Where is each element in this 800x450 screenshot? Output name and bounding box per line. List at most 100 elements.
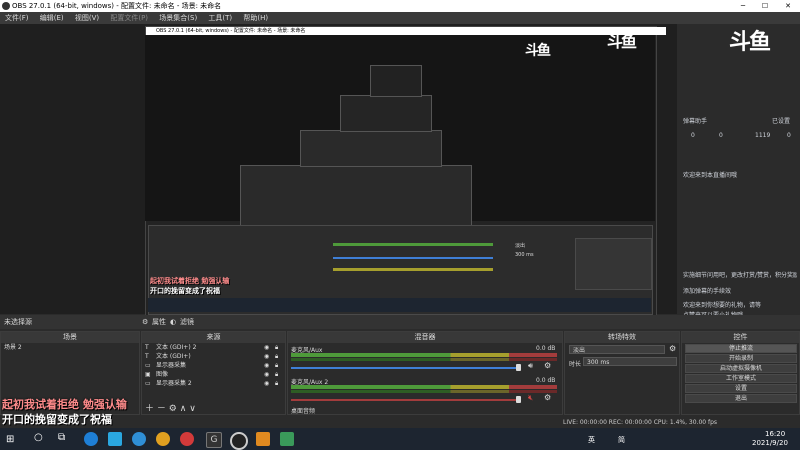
move-down-icon[interactable]: ∨	[189, 404, 196, 414]
status-bar: LIVE: 00:00:00 REC: 00:00:00 CPU: 1.4%, …	[563, 419, 718, 426]
chat-header-right: 已设置	[772, 118, 791, 125]
minimize-icon[interactable]: ─	[733, 0, 753, 12]
brand-logo-nested: 斗鱼	[525, 43, 551, 59]
eye-icon[interactable]: ◉	[264, 343, 269, 352]
settings-button[interactable]: 设置	[685, 384, 797, 393]
filters-button[interactable]: 滤镜	[180, 315, 194, 329]
menu-view[interactable]: 视图(V)	[75, 12, 99, 24]
lock-icon[interactable]: 🔒︎	[275, 379, 278, 388]
menu-profile[interactable]: 配置文件(P)	[110, 12, 148, 24]
mixer-panel: 混音器 麦克风/Aux 0.0 dB 🔊︎ ⚙ 麦克风/Aux 2 0.0 dB…	[287, 331, 563, 415]
chat-stat-0: 0	[691, 132, 695, 139]
task-view-icon[interactable]: ⧉	[58, 432, 65, 443]
close-icon[interactable]: ✕	[778, 0, 798, 12]
maximize-icon[interactable]: ☐	[755, 0, 775, 12]
chat-message: 实施细节问用吧，更改打赏/赞赏，积分奖励？哈哈	[683, 272, 797, 279]
source-item[interactable]: ▣ 图像 ◉ 🔒︎	[142, 370, 285, 379]
nested-meter	[333, 257, 493, 259]
volume-meter-peak	[291, 358, 557, 361]
chat-stat-1: 0	[719, 132, 723, 139]
track-db: 0.0 dB	[536, 345, 556, 352]
clock-time[interactable]: 16:20	[765, 430, 785, 438]
ime-mode-indicator[interactable]: 简	[618, 435, 625, 445]
eye-icon[interactable]: ◉	[264, 352, 269, 361]
obs-taskbar-icon[interactable]	[230, 432, 248, 450]
remove-icon[interactable]: －	[157, 404, 166, 414]
gear-icon[interactable]: ⚙	[669, 344, 676, 353]
eye-icon[interactable]: ◉	[264, 361, 269, 370]
netease-music-icon[interactable]	[180, 432, 194, 446]
source-item[interactable]: T 文本 (GDI+) ◉ 🔒︎	[142, 352, 285, 361]
stop-streaming-button[interactable]: 停止推流	[685, 344, 797, 353]
lock-icon[interactable]: 🔒︎	[275, 361, 278, 370]
gear-icon[interactable]: ⚙	[142, 315, 148, 329]
chat-message: 欢迎来到你想要的礼物，请等	[683, 302, 762, 309]
transition-select-value: 淡出	[573, 347, 586, 354]
sources-toolbar: ＋ － ⚙ ∧ ∨	[145, 404, 196, 414]
app-icon-green[interactable]	[280, 432, 294, 446]
exit-button[interactable]: 退出	[685, 394, 797, 403]
menu-help[interactable]: 帮助(H)	[243, 12, 268, 24]
gear-icon[interactable]: ⚙	[544, 393, 551, 402]
eye-icon[interactable]: ◉	[264, 370, 269, 379]
ime-indicator[interactable]: 英	[588, 435, 595, 445]
title-bar: OBS 27.0.1 (64-bit, windows) - 配置文件: 未命名…	[0, 0, 800, 12]
scene-item[interactable]: 场景 2	[1, 343, 139, 352]
clock-date[interactable]: 2021/9/20	[752, 439, 788, 447]
volume-slider-handle[interactable]	[516, 396, 521, 403]
volume-slider[interactable]	[291, 399, 521, 401]
volume-slider[interactable]	[291, 367, 521, 369]
search-icon[interactable]: ○	[34, 432, 43, 443]
scenes-title: 场景	[1, 332, 139, 343]
lock-icon[interactable]: 🔒︎	[275, 370, 278, 379]
volume-slider-handle[interactable]	[516, 364, 521, 371]
monitor-icon: ▭	[145, 380, 151, 387]
menu-tools[interactable]: 工具(T)	[208, 12, 232, 24]
studio-mode-button[interactable]: 工作室模式	[685, 374, 797, 383]
media-player-icon[interactable]	[108, 432, 122, 446]
properties-button[interactable]: 属性	[152, 315, 166, 329]
nested-frame	[340, 95, 432, 132]
menu-scene-collection[interactable]: 场景集合(S)	[159, 12, 197, 24]
track-name: 桌面音频	[291, 408, 316, 415]
track-db: 0.0 dB	[536, 377, 556, 384]
app-icon-g[interactable]: G	[206, 432, 222, 448]
start-recording-button[interactable]: 开始录制	[685, 354, 797, 363]
duration-label: 时长	[569, 361, 582, 368]
duration-input[interactable]: 300 ms	[583, 357, 677, 366]
nested-caption-red: 起初我试着拒绝 勉强认输	[150, 277, 230, 285]
duration-value: 300 ms	[587, 359, 610, 366]
source-item[interactable]: ▭ 显示器采集 ◉ 🔒︎	[142, 361, 285, 370]
muted-speaker-icon[interactable]: 🔇︎	[528, 393, 533, 403]
app-icon-yellow[interactable]	[156, 432, 170, 446]
edge-icon[interactable]	[84, 432, 98, 446]
image-icon: ▣	[145, 371, 151, 378]
app-icon-globe[interactable]	[132, 432, 146, 446]
lock-icon[interactable]: 🔒︎	[275, 343, 278, 352]
gear-icon[interactable]: ⚙	[544, 361, 551, 370]
lock-icon[interactable]: 🔒︎	[275, 352, 278, 361]
transitions-title: 转场特效	[565, 332, 679, 343]
speaker-icon[interactable]: 🔊︎	[528, 361, 533, 371]
start-virtual-camera-button[interactable]: 启动虚拟摄像机	[685, 364, 797, 373]
controls-panel: 控件 停止推流 开始录制 启动虚拟摄像机 工作室模式 设置 退出	[681, 331, 800, 415]
app-icon-orange[interactable]	[256, 432, 270, 446]
nested-caption-white: 开口的挽留变成了祝福	[150, 287, 220, 295]
nested-meter	[333, 268, 493, 271]
eye-icon[interactable]: ◉	[264, 379, 269, 388]
volume-meter	[291, 385, 557, 389]
windows-start-icon[interactable]: ⊞	[6, 434, 14, 445]
add-icon[interactable]: ＋	[145, 404, 154, 414]
gear-icon[interactable]: ⚙	[169, 404, 177, 414]
obs-app-icon	[2, 2, 10, 10]
menu-file[interactable]: 文件(F)	[5, 12, 29, 24]
source-item[interactable]: ▭ 显示器采集 2 ◉ 🔒︎	[142, 379, 285, 388]
source-item-label: 图像	[156, 371, 169, 378]
source-item[interactable]: T 文本 (GDI+) 2 ◉ 🔒︎	[142, 343, 285, 352]
transition-select[interactable]: 淡出	[569, 345, 665, 354]
move-up-icon[interactable]: ∧	[180, 404, 187, 414]
lyric-caption-white: 开口的挽留变成了祝福	[2, 413, 112, 426]
filter-icon[interactable]: ◐	[170, 315, 176, 329]
controls-title: 控件	[682, 332, 799, 343]
menu-edit[interactable]: 编辑(E)	[40, 12, 64, 24]
